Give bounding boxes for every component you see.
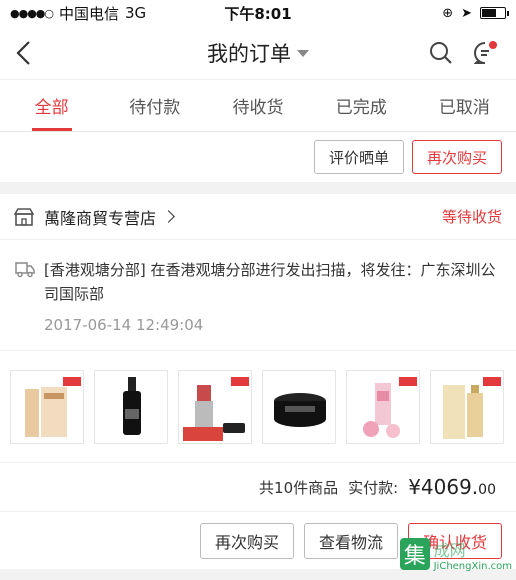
tab-pending-payment[interactable]: 待付款 [103, 80, 206, 131]
rebuy-button[interactable]: 再次购买 [411, 140, 502, 174]
page-title[interactable]: 我的订单 [207, 38, 309, 68]
nav-bar: 我的订单 [0, 26, 516, 80]
shop-name: 萬隆商貿专营店 [44, 208, 157, 228]
divider [0, 182, 516, 194]
order-tabs: 全部 待付款 待收货 已完成 已取消 [0, 80, 516, 132]
cream-jar-image [274, 392, 326, 427]
chevron-down-icon [297, 50, 309, 57]
view-logistics-button[interactable]: 查看物流 [303, 522, 398, 559]
paid-label: 实付款: [348, 478, 399, 497]
network-label: 3G [125, 4, 147, 22]
back-button[interactable] [14, 26, 54, 80]
search-button[interactable] [428, 40, 454, 66]
total-price: ¥4069.00 [408, 475, 496, 499]
watermark-text: 成网 JiChengXin.com [434, 537, 512, 572]
tab-all[interactable]: 全部 [0, 80, 103, 131]
status-right: ⊕ ➤ [442, 5, 509, 21]
search-icon [430, 42, 452, 64]
product-thumbnail[interactable] [430, 369, 504, 444]
message-button[interactable] [472, 40, 498, 66]
status-left: ●●●●○ 中国电信 3G [10, 3, 146, 24]
page-title-label: 我的订单 [207, 41, 291, 66]
lipstick-image [183, 376, 249, 441]
product-thumbnail[interactable] [262, 369, 336, 444]
logistics-content: [香港观塘分部] 在香港观塘分部进行发出扫描，将发往：广东深圳公司国际部 201… [44, 258, 502, 334]
carrier-label: 中国电信 [59, 4, 120, 23]
rebuy-button[interactable]: 再次购买 [199, 522, 294, 559]
watermark-url: JiChengXin.com [433, 560, 512, 572]
nav-actions [428, 26, 498, 80]
signal-icon: ●●●●○ [10, 6, 54, 20]
shop-row[interactable]: 萬隆商貿专营店 等待收货 [0, 194, 516, 240]
product-thumbnail[interactable] [346, 369, 420, 444]
toner-box-image [443, 376, 501, 439]
tab-cancelled[interactable]: 已取消 [413, 80, 516, 131]
delivery-truck-icon [15, 262, 35, 278]
product-thumbnail[interactable] [94, 369, 168, 444]
rotation-lock-icon: ⊕ [442, 5, 454, 21]
hand-cream-image [363, 376, 417, 438]
status-time: 下午8:01 [224, 4, 292, 23]
product-thumbnail[interactable] [10, 369, 84, 444]
watermark-name: 成网 [433, 540, 466, 560]
price-cents: 00 [478, 482, 496, 498]
back-arrow-icon [16, 41, 30, 65]
product-list[interactable] [0, 351, 516, 463]
logistics-text: [香港观塘分部] 在香港观塘分部进行发出扫描，将发往：广东深圳公司国际部 [44, 261, 496, 303]
tab-pending-receipt[interactable]: 待收货 [206, 80, 309, 131]
item-count: 共10件商品 [259, 478, 339, 497]
message-icon [473, 41, 497, 64]
order-status: 等待收货 [441, 208, 502, 226]
logistics-info[interactable]: [香港观塘分部] 在香港观塘分部进行发出扫描，将发往：广东深圳公司国际部 201… [0, 240, 516, 351]
shop-icon [14, 207, 34, 226]
price-main: ¥4069. [408, 475, 479, 499]
status-bar: ●●●●○ 中国电信 3G 下午8:01 ⊕ ➤ [0, 0, 516, 26]
watermark-logo: 集 成网 JiChengXin.com [400, 528, 512, 580]
cleanser-tube-image [25, 376, 81, 437]
logistics-time: 2017-06-14 12:49:04 [44, 316, 204, 334]
order-summary: 共10件商品 实付款: ¥4069.00 [0, 463, 516, 511]
product-thumbnail[interactable] [178, 369, 252, 444]
previous-order-actions: 评价晒单 再次购买 [0, 132, 516, 182]
serum-bottle-image [123, 376, 141, 435]
location-icon: ➤ [461, 5, 472, 21]
watermark-char: 集 [400, 538, 430, 570]
tab-completed[interactable]: 已完成 [310, 80, 413, 131]
chevron-right-icon [162, 210, 175, 223]
battery-icon [480, 7, 509, 19]
review-button[interactable]: 评价晒单 [313, 140, 404, 174]
